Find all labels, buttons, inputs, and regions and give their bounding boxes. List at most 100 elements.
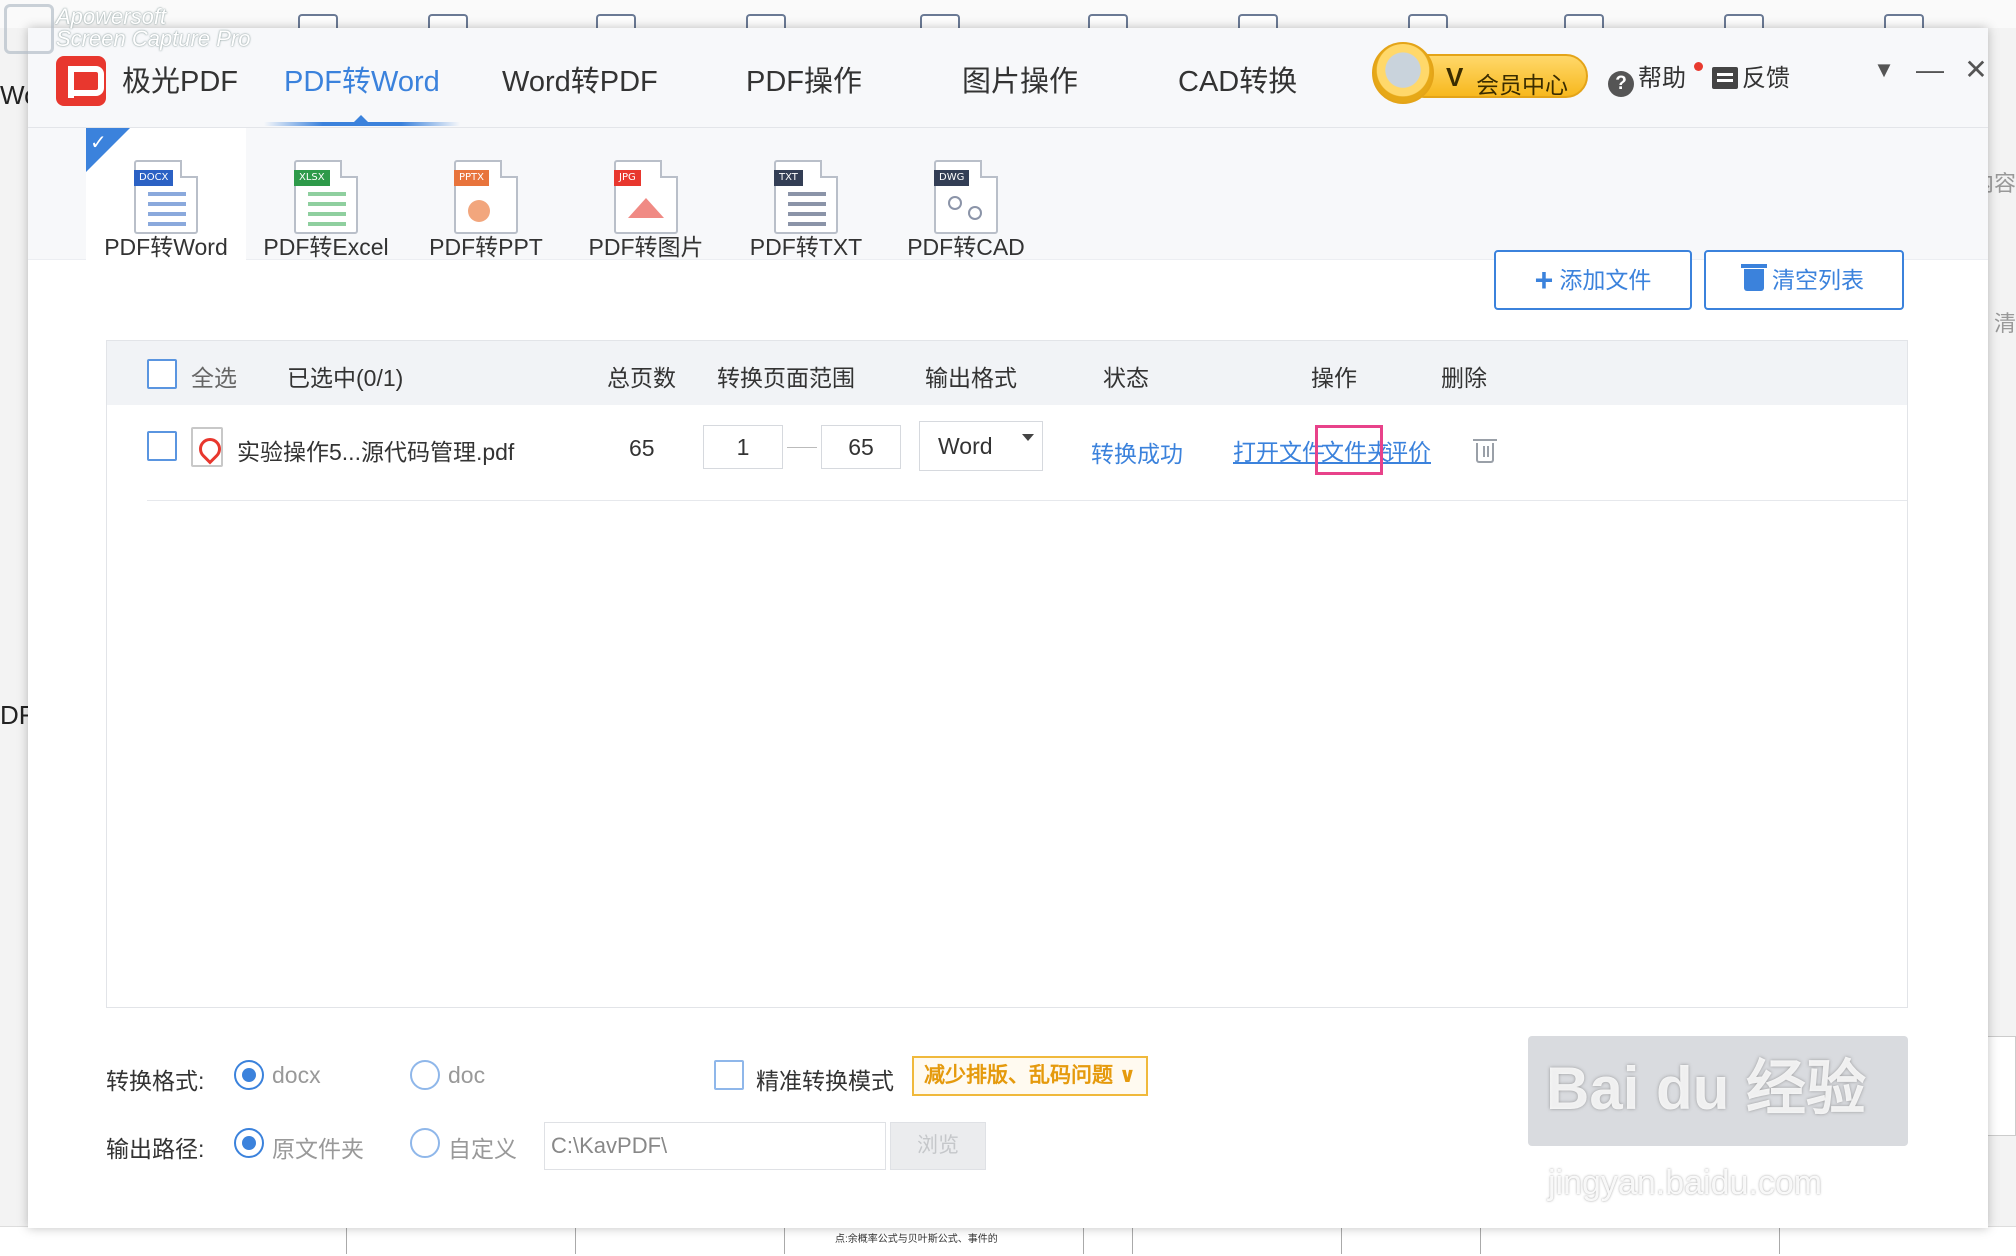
radio-doc-label: doc	[448, 1062, 486, 1088]
file-type-tag: DWG	[934, 170, 970, 186]
tool-pdf-to-image[interactable]: JPG PDF转图片	[566, 128, 726, 260]
text-lines	[788, 192, 826, 196]
app-logo-icon	[56, 56, 106, 106]
precise-mode-tag[interactable]: 减少排版、乱码问题 ∨	[912, 1056, 1148, 1096]
file-type-tag: PPTX	[454, 170, 490, 186]
clear-list-label: 清空列表	[1772, 267, 1864, 293]
spreadsheet-lines	[308, 192, 346, 196]
format-label: 转换格式:	[106, 1068, 205, 1094]
column-header-delete: 删除	[1441, 365, 1487, 391]
open-file-link[interactable]: 打开文件	[1233, 433, 1325, 467]
pie-chart-icon	[468, 200, 490, 222]
radio-doc[interactable]	[410, 1060, 440, 1090]
feedback-button[interactable]: 反馈	[1712, 58, 1790, 93]
file-type-tag: XLSX	[294, 170, 330, 186]
background-file-icon	[1724, 14, 1764, 28]
notification-dot	[1694, 62, 1703, 71]
plus-icon: +	[1534, 262, 1554, 298]
help-button[interactable]: ? 帮助	[1608, 58, 1686, 97]
tool-label: PDF转Word	[104, 234, 228, 260]
column-header-format: 输出格式	[925, 365, 1017, 391]
baidu-jingyan-watermark: Bai du 经验	[1546, 1055, 1867, 1122]
status-text: 转换成功	[1091, 441, 1183, 467]
column-header-status: 状态	[1103, 365, 1149, 391]
column-header-operation: 操作	[1311, 365, 1357, 391]
tool-pdf-to-ppt[interactable]: PPTX PDF转PPT	[406, 128, 566, 260]
page-count: 65	[629, 435, 655, 461]
avatar	[1372, 42, 1434, 104]
tool-label: PDF转CAD	[907, 234, 1025, 260]
vip-v-icon: V	[1446, 62, 1464, 92]
selected-count: 已选中(0/1)	[287, 365, 404, 391]
radio-original-folder-label: 原文件夹	[272, 1136, 364, 1162]
feedback-label: 反馈	[1742, 65, 1790, 92]
active-tab-indicator	[264, 115, 460, 126]
output-path-input[interactable]: C:\KavPDF\	[544, 1122, 886, 1170]
column-header-range: 转换页面范围	[717, 365, 855, 391]
radio-custom-folder[interactable]	[410, 1128, 440, 1158]
select-all-label: 全选	[191, 365, 237, 391]
delete-row-icon[interactable]	[1473, 439, 1497, 463]
menu-dropdown-icon[interactable]: ▼	[1866, 52, 1902, 88]
check-icon: ✓	[90, 132, 107, 154]
tool-label: PDF转TXT	[749, 234, 863, 260]
tool-pdf-to-txt[interactable]: TXT PDF转TXT	[726, 128, 886, 260]
radio-docx-label: docx	[272, 1062, 321, 1088]
precise-mode-checkbox[interactable]	[714, 1060, 744, 1090]
help-icon: ?	[1608, 71, 1634, 97]
range-separator	[787, 447, 817, 448]
background-thumbnail	[1132, 1228, 1342, 1254]
output-format-value: Word	[938, 433, 993, 459]
file-type-tag: TXT	[774, 170, 803, 186]
clear-list-button[interactable]: 清空列表	[1704, 250, 1904, 310]
background-file-icon	[428, 14, 468, 28]
baidu-jingyan-url: jingyan.baidu.com	[1548, 1164, 1823, 1202]
tool-pdf-to-cad[interactable]: DWG PDF转CAD	[886, 128, 1046, 260]
background-thumb-text: 点:余概率公式与贝叶斯公式、事件的	[835, 1234, 998, 1245]
docx-file-icon: DOCX	[134, 160, 198, 234]
background-file-icon	[1884, 14, 1924, 28]
tab-cad-conversion[interactable]: CAD转换	[1178, 58, 1297, 128]
help-label: 帮助	[1638, 65, 1686, 92]
vip-center-button[interactable]: V 会员中心	[1372, 42, 1588, 106]
table-header: 全选 已选中(0/1) 总页数 转换页面范围 输出格式 状态 操作 删除	[107, 341, 1907, 405]
pptx-file-icon: PPTX	[454, 160, 518, 234]
radio-docx[interactable]	[234, 1060, 264, 1090]
background-thumbnail	[1984, 1036, 2016, 1136]
tool-pdf-to-word[interactable]: ✓ DOCX PDF转Word	[86, 128, 246, 260]
radio-original-folder[interactable]	[234, 1128, 264, 1158]
cad-shapes-icon	[948, 196, 962, 210]
tab-pdf-operations[interactable]: PDF操作	[746, 58, 862, 128]
table-row: 实验操作5...源代码管理.pdf 65 1 65 Word 转换成功 打开文件…	[147, 405, 1907, 501]
title-bar: 极光PDF PDF转Word Word转PDF PDF操作 图片操作 CAD转换…	[28, 28, 1988, 128]
vip-label: 会员中心	[1476, 72, 1568, 98]
file-name: 实验操作5...源代码管理.pdf	[237, 439, 515, 465]
rate-link[interactable]: 评价	[1385, 433, 1431, 467]
background-text: 清	[1993, 311, 2016, 336]
file-type-tag: DOCX	[134, 170, 174, 186]
minimize-button[interactable]: —	[1912, 52, 1948, 88]
background-thumbnail	[346, 1228, 576, 1254]
file-list-table: 全选 已选中(0/1) 总页数 转换页面范围 输出格式 状态 操作 删除 实验操…	[106, 340, 1908, 1008]
background-thumbnail: 点:余概率公式与贝叶斯公式、事件的	[784, 1228, 1084, 1254]
range-from-input[interactable]: 1	[703, 425, 783, 469]
output-format-select[interactable]: Word	[919, 421, 1043, 471]
tool-pdf-to-excel[interactable]: XLSX PDF转Excel	[246, 128, 406, 260]
pdf-file-icon	[191, 427, 223, 467]
document-lines	[148, 192, 186, 196]
background-file-icon	[1238, 14, 1278, 28]
select-all-checkbox[interactable]	[147, 359, 177, 389]
add-file-button[interactable]: + 添加文件	[1494, 250, 1692, 310]
background-file-icon	[596, 14, 636, 28]
background-file-icon	[920, 14, 960, 28]
tab-image-operations[interactable]: 图片操作	[962, 58, 1078, 128]
output-path-label: 输出路径:	[106, 1136, 205, 1162]
tool-label: PDF转Excel	[263, 234, 389, 260]
range-to-input[interactable]: 65	[821, 425, 901, 469]
browse-button[interactable]: 浏览	[890, 1122, 986, 1170]
add-file-label: 添加文件	[1559, 267, 1652, 293]
tool-label: PDF转PPT	[429, 234, 543, 260]
close-button[interactable]: ✕	[1958, 52, 1994, 88]
row-checkbox[interactable]	[147, 431, 177, 461]
tab-word-to-pdf[interactable]: Word转PDF	[502, 58, 658, 128]
